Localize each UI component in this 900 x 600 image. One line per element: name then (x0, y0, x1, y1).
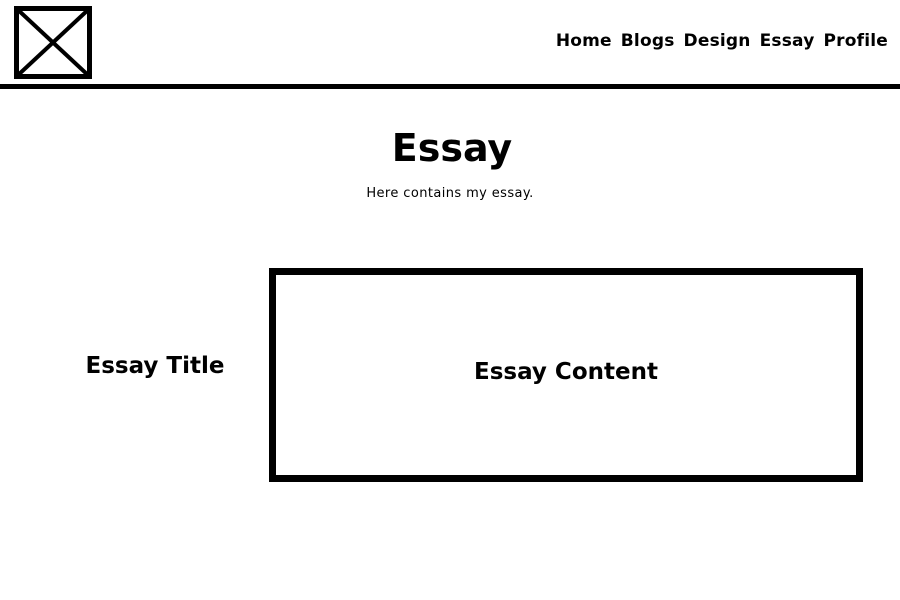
essay-title: Essay Title (85, 353, 225, 379)
image-placeholder-icon (14, 6, 92, 79)
logo-placeholder-icon[interactable] (14, 6, 92, 79)
nav-item-blogs[interactable]: Blogs (621, 31, 675, 51)
page-subtitle: Here contains my essay. (366, 186, 534, 201)
essay-content-box: Essay Content (269, 268, 863, 482)
nav-item-essay[interactable]: Essay (760, 31, 815, 51)
main-nav: Home Blogs Design Essay Profile (556, 31, 888, 51)
header-divider (0, 84, 900, 89)
page-title: Essay (391, 126, 513, 170)
nav-item-profile[interactable]: Profile (823, 31, 888, 51)
site-header: Home Blogs Design Essay Profile (0, 0, 900, 85)
nav-item-design[interactable]: Design (684, 31, 751, 51)
nav-item-home[interactable]: Home (556, 31, 612, 51)
essay-content-label: Essay Content (474, 359, 658, 385)
page: Home Blogs Design Essay Profile Essay He… (0, 0, 900, 600)
